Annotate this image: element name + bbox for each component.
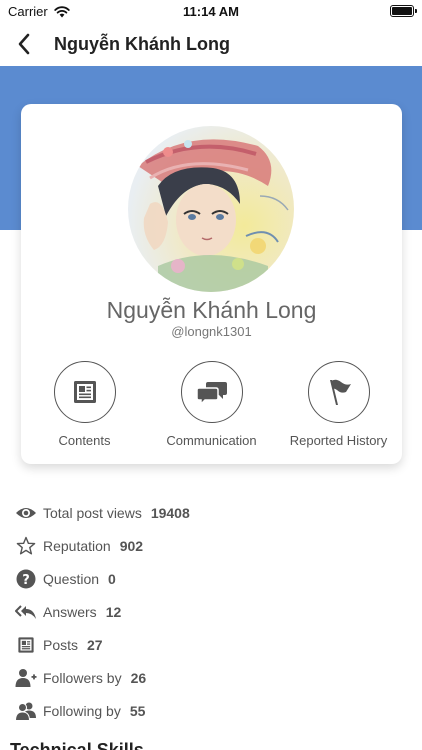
communication-icon-circle [180,361,243,423]
reported-history-label: Reported History [289,433,388,448]
reported-history-icon-circle [307,361,370,423]
stat-label: Reputation [43,537,111,554]
stat-question: ? Question 0 [14,562,414,595]
users-icon [14,699,38,723]
star-icon [14,534,38,558]
page-title: Nguyễn Khánh Long [54,34,230,54]
stat-total-post-views: Total post views 19408 [14,496,414,529]
contents-label: Contents [58,433,111,448]
svg-text:?: ? [22,573,30,588]
stats-list: Total post views 19408 Reputation 902 ? … [14,496,414,727]
back-button[interactable] [8,28,40,60]
stat-label: Posts [43,636,79,653]
reply-all-icon [14,600,38,624]
avatar-illustration [128,126,294,292]
communication-label: Communication [166,433,257,448]
stat-posts: Posts 27 [14,628,414,661]
profile-handle: @longnk1301 [171,324,252,339]
stat-label: Following by [43,702,121,719]
profile-name: Nguyễn Khánh Long [106,297,317,323]
stat-label: Answers [43,603,97,620]
stat-value: 12 [105,603,122,620]
stat-following-by: Following by 55 [14,694,414,727]
stat-label: Followers by [43,669,122,686]
contents-icon-circle [53,361,116,423]
clock: 11:14 AM [183,4,239,19]
stat-value: 902 [119,537,144,554]
contents-button[interactable]: Contents [21,361,148,448]
question-icon: ? [14,567,38,591]
eye-icon [14,501,38,525]
communication-button[interactable]: Communication [148,361,275,448]
avatar[interactable] [128,126,294,292]
stat-followers-by: Followers by 26 [14,661,414,694]
document-icon [14,633,38,657]
stat-label: Total post views [43,504,142,521]
flag-icon [329,379,351,405]
stat-answers: Answers 12 [14,595,414,628]
profile-card: Nguyễn Khánh Long @longnk1301 Contents C… [21,104,402,464]
battery-icon [390,5,417,17]
stat-value: 26 [130,669,147,686]
stat-value: 19408 [150,504,190,521]
add-user-icon [14,666,38,690]
technical-skills-heading: Technical Skills [10,740,144,750]
chat-bubbles-icon [195,382,227,406]
document-icon [73,381,96,403]
stat-reputation: Reputation 902 [14,529,414,562]
stat-value: 0 [108,570,116,587]
status-bar: Carrier 11:14 AM [0,0,422,22]
stat-value: 27 [87,636,103,653]
nav-bar: Nguyễn Khánh Long [0,22,422,66]
stat-label: Question [43,570,100,587]
reported-history-button[interactable]: Reported History [275,361,402,448]
stat-value: 55 [129,702,146,719]
chevron-left-icon [18,33,30,55]
